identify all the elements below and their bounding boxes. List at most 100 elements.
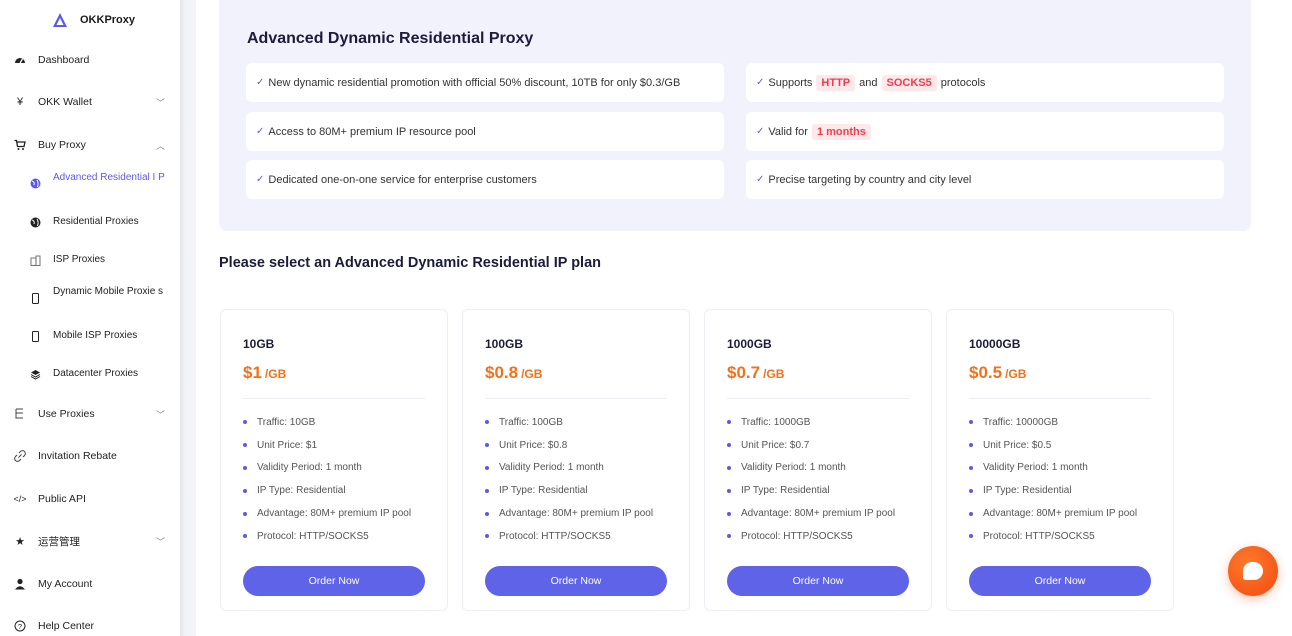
sidebar-item-invitation-rebate[interactable]: Invitation Rebate: [0, 442, 181, 470]
sidebar-item-okk-wallet[interactable]: ¥ OKK Wallet ﹀: [0, 88, 181, 116]
detail-text: Advantage: 80M+ premium IP pool: [257, 508, 412, 520]
detail-text: Validity Period: 1 month: [983, 462, 1088, 474]
bullet-icon: [727, 465, 731, 470]
feature-text: Access to 80M+ premium IP resource pool: [268, 125, 476, 138]
feature-text: Dedicated one-on-one service for enterpr…: [268, 173, 537, 186]
list-item: IP Type: Residential: [485, 479, 653, 502]
scrollbar[interactable]: [1274, 0, 1292, 636]
sidebar-item-my-account[interactable]: My Account: [0, 570, 181, 598]
mobile-icon: [30, 330, 41, 342]
sidebar-subitem-isp-proxies[interactable]: ISP Proxies: [0, 248, 181, 272]
database-icon: [30, 369, 41, 380]
sidebar-subitem-label: Residential Proxies: [53, 216, 139, 227]
detail-text: Validity Period: 1 month: [257, 462, 362, 474]
order-now-button[interactable]: Order Now: [969, 566, 1151, 596]
page-title: Advanced Dynamic Residential Proxy: [247, 30, 534, 47]
sidebar-subitem-advanced-residential-ip[interactable]: Advanced Residential I P: [0, 171, 181, 195]
price-amount: $0.7: [727, 363, 761, 382]
list-item: Advantage: 80M+ premium IP pool: [243, 502, 411, 525]
detail-text: IP Type: Residential: [741, 485, 830, 497]
chat-support-button[interactable]: [1228, 546, 1278, 596]
detail-text: Validity Period: 1 month: [741, 462, 846, 474]
check-icon: ✓: [756, 174, 765, 185]
feature-text: Valid for: [768, 125, 808, 138]
protocol-tag: SOCKS5: [881, 74, 937, 91]
bullet-icon: [969, 420, 973, 425]
feature-item: ✓ Valid for 1 months: [746, 112, 1224, 151]
building-icon: [30, 255, 41, 266]
plan-details: Traffic: 100GB Unit Price: $0.8 Validity…: [485, 411, 653, 548]
detail-text: Validity Period: 1 month: [499, 462, 604, 474]
sidebar-subitem-datacenter-proxies[interactable]: Datacenter Proxies: [0, 362, 181, 386]
plan-card-100gb: 100GB $0.8/GB Traffic: 100GB Unit Price:…: [462, 309, 690, 611]
list-item: Protocol: HTTP/SOCKS5: [727, 525, 895, 548]
divider: [969, 398, 1151, 399]
check-icon: ✓: [756, 77, 765, 88]
sidebar-subitem-label: Advanced Residential I P: [53, 172, 165, 183]
bullet-icon: [727, 443, 731, 448]
list-item: Traffic: 1000GB: [727, 411, 895, 434]
sidebar-item-buy-proxy[interactable]: Buy Proxy ︿: [0, 131, 181, 159]
validity-tag: 1 months: [811, 123, 871, 140]
mobile-icon: [30, 293, 41, 304]
order-now-button[interactable]: Order Now: [485, 566, 667, 596]
sidebar-subitem-residential-proxies[interactable]: Residential Proxies: [0, 210, 181, 234]
svg-text:?: ?: [18, 622, 22, 631]
list-item: Advantage: 80M+ premium IP pool: [727, 502, 895, 525]
plan-name: 100GB: [485, 337, 524, 351]
detail-text: Protocol: HTTP/SOCKS5: [257, 530, 369, 542]
price-unit: /GB: [1005, 367, 1027, 381]
check-icon: ✓: [256, 77, 265, 88]
sidebar-item-label: Public API: [38, 493, 86, 505]
detail-text: IP Type: Residential: [257, 485, 346, 497]
order-now-button[interactable]: Order Now: [243, 566, 425, 596]
detail-text: IP Type: Residential: [983, 485, 1072, 497]
chevron-down-icon: ﹀: [156, 409, 166, 420]
dashboard-icon: [14, 54, 26, 66]
chevron-up-icon: ︿: [156, 140, 166, 151]
okkproxy-logo-icon: [53, 13, 67, 27]
user-icon: [14, 578, 26, 590]
detail-text: Traffic: 100GB: [499, 416, 563, 428]
sidebar-item-dashboard[interactable]: Dashboard: [0, 46, 181, 74]
yen-icon: ¥: [16, 96, 24, 108]
plan-details: Traffic: 10GB Unit Price: $1 Validity Pe…: [243, 411, 411, 548]
price-unit: /GB: [763, 367, 785, 381]
list-item: Validity Period: 1 month: [485, 457, 653, 480]
sidebar-item-help-center[interactable]: ? Help Center: [0, 612, 181, 636]
sidebar-item-label: Invitation Rebate: [38, 450, 117, 462]
sidebar-item-label: Buy Proxy: [38, 139, 86, 151]
detail-text: Protocol: HTTP/SOCKS5: [741, 530, 853, 542]
sidebar-subitem-dynamic-mobile-proxies[interactable]: Dynamic Mobile Proxie s: [0, 284, 181, 312]
bullet-icon: [969, 488, 973, 493]
feature-item: ✓ Precise targeting by country and city …: [746, 160, 1224, 199]
chevron-down-icon: ﹀: [156, 97, 166, 108]
bullet-icon: [727, 534, 731, 539]
help-icon: ?: [14, 620, 26, 632]
sidebar-subitem-mobile-isp-proxies[interactable]: Mobile ISP Proxies: [0, 324, 181, 348]
detail-text: Unit Price: $0.7: [741, 439, 810, 451]
list-item: Advantage: 80M+ premium IP pool: [969, 502, 1137, 525]
price-amount: $0.5: [969, 363, 1003, 382]
list-item: Protocol: HTTP/SOCKS5: [969, 525, 1137, 548]
main-content: Advanced Dynamic Residential Proxy ✓ New…: [196, 0, 1274, 636]
price-unit: /GB: [521, 367, 543, 381]
product-info-panel: Advanced Dynamic Residential Proxy ✓ New…: [219, 0, 1251, 231]
sidebar-item-operations[interactable]: ★ 运营管理 ﹀: [0, 527, 181, 555]
bullet-icon: [727, 488, 731, 493]
bullet-icon: [485, 534, 489, 539]
list-item: IP Type: Residential: [969, 479, 1137, 502]
app-logo[interactable]: OKKProxy: [52, 10, 135, 30]
bullet-icon: [969, 511, 973, 516]
sidebar-item-public-api[interactable]: </> Public API: [0, 485, 181, 513]
code-icon: </>: [13, 494, 27, 504]
sidebar-item-use-proxies[interactable]: Use Proxies ﹀: [0, 400, 181, 428]
sidebar-subitem-label: Dynamic Mobile Proxie s: [53, 286, 164, 297]
detail-text: Advantage: 80M+ premium IP pool: [983, 508, 1138, 520]
detail-text: IP Type: Residential: [499, 485, 588, 497]
bullet-icon: [727, 511, 731, 516]
bullet-icon: [969, 443, 973, 448]
order-now-button[interactable]: Order Now: [727, 566, 909, 596]
list-item: Unit Price: $1: [243, 434, 411, 457]
plan-price: $0.8/GB: [485, 363, 542, 383]
